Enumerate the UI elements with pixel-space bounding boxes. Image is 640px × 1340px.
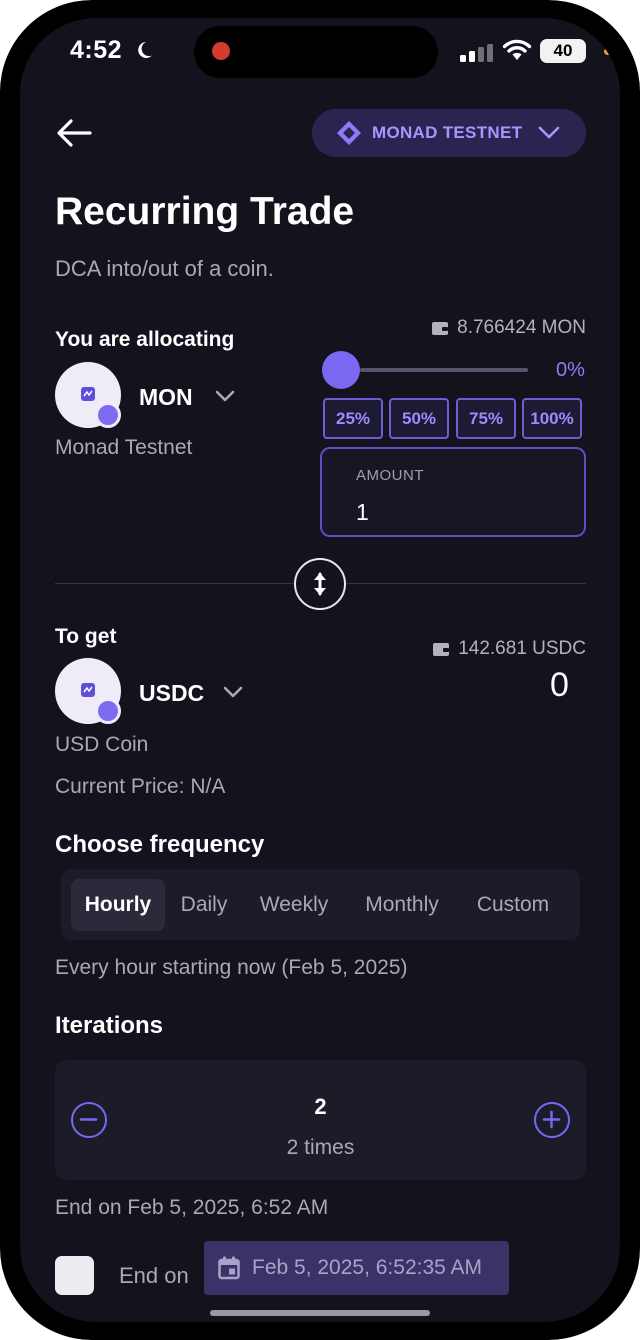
wallet-icon (433, 643, 450, 656)
frequency-segmented-control: Hourly Daily Weekly Monthly Custom (61, 869, 580, 940)
swap-direction-button[interactable] (294, 558, 346, 610)
page-subtitle: DCA into/out of a coin. (55, 256, 274, 281)
cellular-signal-icon (460, 44, 493, 62)
percent-50-button[interactable]: 50% (389, 398, 449, 439)
percent-25-button[interactable]: 25% (323, 398, 383, 439)
frequency-daily-tab[interactable]: Daily (169, 879, 239, 931)
from-balance: 8.766424 MON (431, 317, 586, 339)
chevron-down-icon (215, 390, 235, 402)
amount-value[interactable]: 1 (356, 499, 369, 526)
chevron-down-icon (538, 126, 560, 139)
wallet-icon (432, 322, 449, 335)
monad-logo-icon (337, 121, 361, 145)
output-amount: 0 (550, 666, 569, 704)
app-screen: 4:52 40 MONAD TESTNET Recurring Trade DC… (20, 18, 620, 1322)
calendar-icon (218, 1256, 240, 1280)
mon-coin-avatar (55, 362, 121, 428)
page-title: Recurring Trade (55, 190, 355, 233)
network-label: MONAD TESTNET (372, 123, 523, 142)
end-date-value: Feb 5, 2025, 6:52:35 AM (252, 1256, 482, 1279)
amount-label: AMOUNT (356, 467, 424, 484)
recording-dot (212, 42, 230, 60)
current-price: Current Price: N/A (55, 775, 226, 798)
from-coin-symbol: MON (139, 384, 193, 410)
percent-75-button[interactable]: 75% (456, 398, 516, 439)
frequency-hourly-tab[interactable]: Hourly (71, 879, 165, 931)
to-coin-name: USD Coin (55, 733, 149, 756)
to-get-label: To get (55, 625, 117, 648)
plus-icon (542, 1110, 561, 1129)
from-coin-name: Monad Testnet (55, 436, 193, 459)
end-on-checkbox[interactable] (55, 1256, 94, 1295)
network-badge-icon (95, 402, 121, 428)
battery-indicator: 40 (540, 39, 586, 63)
coin-placeholder-icon (81, 683, 95, 697)
iterations-stepper: 2 2 times (55, 1060, 586, 1180)
frequency-weekly-tab[interactable]: Weekly (247, 879, 341, 931)
back-arrow-icon[interactable] (56, 118, 92, 148)
to-coin-selector[interactable]: USDC (55, 658, 275, 728)
chevron-down-icon (223, 686, 243, 698)
iterations-value: 2 (314, 1094, 327, 1119)
usdc-coin-avatar (55, 658, 121, 724)
dynamic-island (194, 26, 438, 78)
wifi-icon (502, 39, 532, 60)
frequency-label: Choose frequency (55, 831, 265, 858)
network-selector[interactable]: MONAD TESTNET (312, 109, 586, 157)
status-time: 4:52 (70, 36, 154, 65)
frequency-custom-tab[interactable]: Custom (463, 879, 563, 931)
end-on-label: End on (119, 1263, 189, 1288)
coin-placeholder-icon (81, 387, 95, 401)
swap-vertical-icon (314, 572, 326, 596)
frequency-monthly-tab[interactable]: Monthly (351, 879, 453, 931)
amount-input[interactable]: AMOUNT 1 (320, 447, 586, 537)
allocating-label: You are allocating (55, 328, 235, 351)
to-balance-value: 142.681 USDC (458, 638, 586, 659)
privacy-indicator-dot (604, 48, 611, 55)
home-indicator[interactable] (210, 1310, 430, 1316)
from-coin-selector[interactable]: MON (55, 362, 275, 432)
from-balance-value: 8.766424 MON (457, 317, 586, 338)
increment-button[interactable] (534, 1102, 570, 1138)
phone-frame: 4:52 40 MONAD TESTNET Recurring Trade DC… (0, 0, 640, 1340)
to-coin-symbol: USDC (139, 680, 205, 706)
slider-percent-text: 0% (556, 359, 585, 381)
moon-icon (137, 42, 152, 58)
frequency-description: Every hour starting now (Feb 5, 2025) (55, 956, 408, 979)
amount-slider-track[interactable] (360, 368, 528, 372)
iterations-label: Iterations (55, 1012, 164, 1039)
iterations-times-text: 2 times (286, 1136, 355, 1159)
iterations-end-text: End on Feb 5, 2025, 6:52 AM (55, 1196, 329, 1219)
to-balance: 142.681 USDC (432, 638, 586, 660)
network-badge-icon (95, 698, 121, 724)
amount-slider-thumb[interactable] (322, 351, 360, 389)
percent-100-button[interactable]: 100% (522, 398, 582, 439)
end-date-picker[interactable]: Feb 5, 2025, 6:52:35 AM (204, 1241, 509, 1295)
